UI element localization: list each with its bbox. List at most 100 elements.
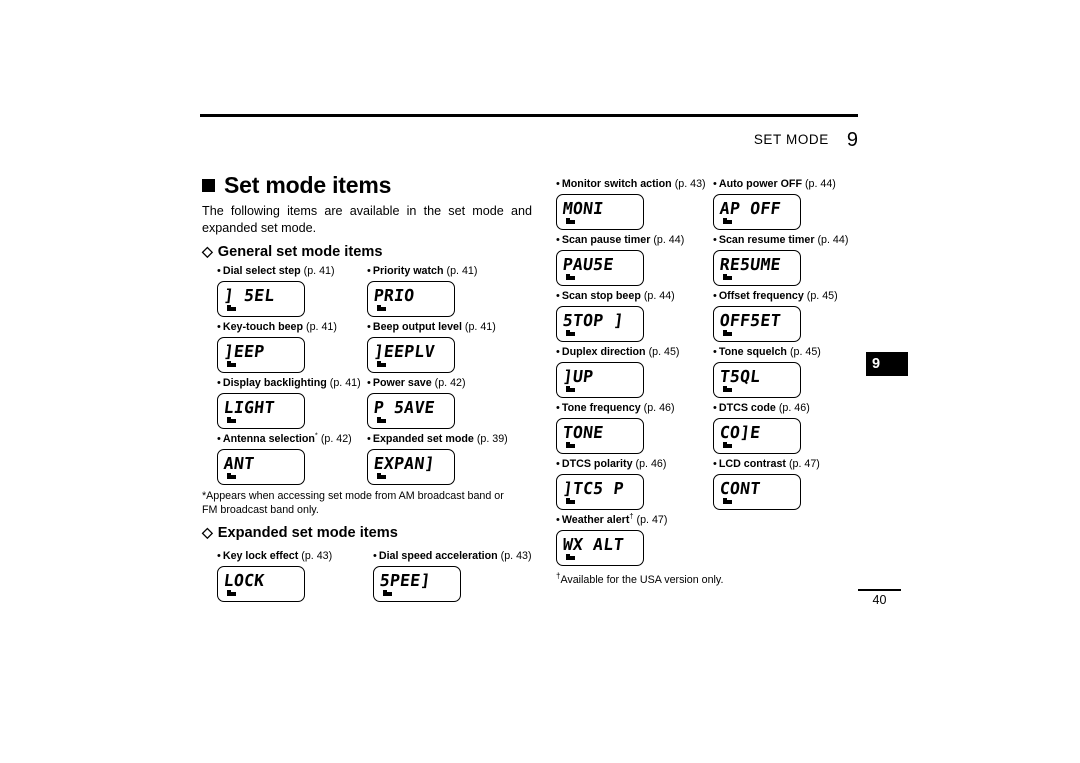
item-page-ref: (p. 46) — [643, 402, 675, 414]
lcd-display: 5PEE] — [373, 566, 461, 602]
header-chapter-number: 9 — [846, 129, 858, 151]
item-page-ref: (p. 39) — [476, 433, 508, 445]
lcd-indicator-icon — [723, 497, 732, 504]
lcd-indicator-icon — [383, 589, 392, 596]
item-name: Scan pause timer — [561, 234, 651, 246]
dot-bullet-icon: • — [713, 402, 717, 414]
lcd-text: ] 5EL — [222, 286, 276, 305]
set-mode-item: • DTCS code (p. 46) CO]E — [713, 402, 810, 454]
set-mode-item: • Beep output level (p. 41) ]EEPLV — [367, 321, 496, 373]
lcd-text: CO]E — [718, 423, 762, 442]
lcd-text: WX ALT — [561, 535, 625, 554]
item-caption: • Beep output level (p. 41) — [367, 321, 496, 334]
item-caption: • Scan stop beep (p. 44) — [556, 290, 675, 303]
set-mode-item: • Scan stop beep (p. 44) 5TOP ] — [556, 290, 675, 342]
set-mode-item: • LCD contrast (p. 47) CONT — [713, 458, 820, 510]
lcd-indicator-icon — [723, 441, 732, 448]
lcd-display: P 5AVE — [367, 393, 455, 429]
lcd-text: TONE — [561, 423, 605, 442]
item-page-ref: (p. 43) — [301, 550, 333, 562]
set-mode-item: • Weather alert† (p. 47) WX ALT — [556, 512, 667, 566]
footnote-weather-alert: †Available for the USA version only. — [556, 572, 856, 587]
item-page-ref: (p. 45) — [806, 290, 838, 302]
lcd-text: P 5AVE — [372, 398, 436, 417]
item-name: Expanded set mode — [372, 433, 474, 445]
lcd-text: ]UP — [561, 367, 595, 386]
item-page-ref: (p. 43) — [674, 178, 706, 190]
lcd-text: OFF5ET — [718, 311, 782, 330]
item-caption: • Scan pause timer (p. 44) — [556, 234, 684, 247]
item-name: Auto power OFF — [718, 178, 802, 190]
item-caption: • Dial select step (p. 41) — [217, 265, 335, 278]
lcd-display: LOCK — [217, 566, 305, 602]
item-page-ref: (p. 46) — [635, 458, 667, 470]
lcd-display: T5QL — [713, 362, 801, 398]
item-name: Display backlighting — [222, 377, 327, 389]
lcd-text: RE5UME — [718, 255, 782, 274]
lcd-text: ]EEP — [222, 342, 266, 361]
set-mode-item: • Tone frequency (p. 46) TONE — [556, 402, 675, 454]
set-mode-item: • Duplex direction (p. 45) ]UP — [556, 346, 679, 398]
lcd-indicator-icon — [723, 329, 732, 336]
dot-bullet-icon: • — [713, 290, 717, 302]
item-caption: • Antenna selection* (p. 42) — [217, 431, 352, 446]
item-name: Power save — [372, 377, 432, 389]
item-caption: • DTCS code (p. 46) — [713, 402, 810, 415]
lcd-display: ]EEP — [217, 337, 305, 373]
header-title: SET MODE — [753, 132, 829, 147]
lcd-indicator-icon — [566, 217, 575, 224]
item-name: DTCS code — [718, 402, 776, 414]
dot-bullet-icon: • — [367, 265, 371, 277]
square-bullet-icon — [202, 179, 215, 192]
item-page-ref: (p. 47) — [788, 458, 820, 470]
lcd-text: LOCK — [222, 571, 266, 590]
item-page-ref: (p. 44) — [653, 234, 685, 246]
dot-bullet-icon: • — [556, 458, 560, 470]
lcd-indicator-icon — [723, 273, 732, 280]
item-caption: • Monitor switch action (p. 43) — [556, 178, 706, 191]
dot-bullet-icon: • — [556, 178, 560, 190]
page-title-text: Set mode items — [224, 172, 392, 198]
lcd-text: MONI — [561, 199, 605, 218]
lcd-text: CONT — [718, 479, 762, 498]
lcd-indicator-icon — [377, 472, 386, 479]
footnote-antenna-selection: *Appears when accessing set mode from AM… — [202, 490, 504, 516]
item-name: Scan resume timer — [718, 234, 815, 246]
item-caption: • Offset frequency (p. 45) — [713, 290, 838, 303]
manual-page: SET MODE 9 Set mode items The following i… — [0, 0, 1080, 763]
page-number-rule — [858, 589, 901, 591]
dot-bullet-icon: • — [556, 290, 560, 302]
lcd-indicator-icon — [377, 416, 386, 423]
item-caption: • Key-touch beep (p. 41) — [217, 321, 337, 334]
set-mode-item: • Key lock effect (p. 43) LOCK — [217, 550, 332, 602]
lcd-indicator-icon — [566, 385, 575, 392]
set-mode-item: • Dial speed acceleration (p. 43) 5PEE] — [373, 550, 532, 602]
dot-bullet-icon: • — [367, 321, 371, 333]
item-name: Tone squelch — [718, 346, 787, 358]
lcd-display: WX ALT — [556, 530, 644, 566]
lcd-indicator-icon — [227, 589, 236, 596]
dot-bullet-icon: • — [556, 234, 560, 246]
set-mode-item: • Priority watch (p. 41) PRIO — [367, 265, 477, 317]
item-caption: • DTCS polarity (p. 46) — [556, 458, 666, 471]
dot-bullet-icon: • — [217, 265, 221, 277]
item-page-ref: (p. 41) — [329, 377, 361, 389]
item-name: Priority watch — [372, 265, 444, 277]
item-caption: • Expanded set mode (p. 39) — [367, 433, 508, 446]
item-caption: • Duplex direction (p. 45) — [556, 346, 679, 359]
dot-bullet-icon: • — [713, 346, 717, 358]
item-page-ref: (p. 45) — [789, 346, 821, 358]
item-page-ref: (p. 46) — [778, 402, 810, 414]
lcd-indicator-icon — [227, 472, 236, 479]
item-page-ref: (p. 42) — [434, 377, 466, 389]
item-name: Offset frequency — [718, 290, 804, 302]
lcd-display: ANT — [217, 449, 305, 485]
dot-bullet-icon: • — [217, 433, 221, 445]
lcd-display: ]TC5 P — [556, 474, 644, 510]
header-rule — [200, 114, 858, 117]
dot-bullet-icon: • — [367, 377, 371, 389]
lcd-display: CONT — [713, 474, 801, 510]
item-name: DTCS polarity — [561, 458, 633, 470]
lcd-display: PAU5E — [556, 250, 644, 286]
item-caption: • Priority watch (p. 41) — [367, 265, 477, 278]
